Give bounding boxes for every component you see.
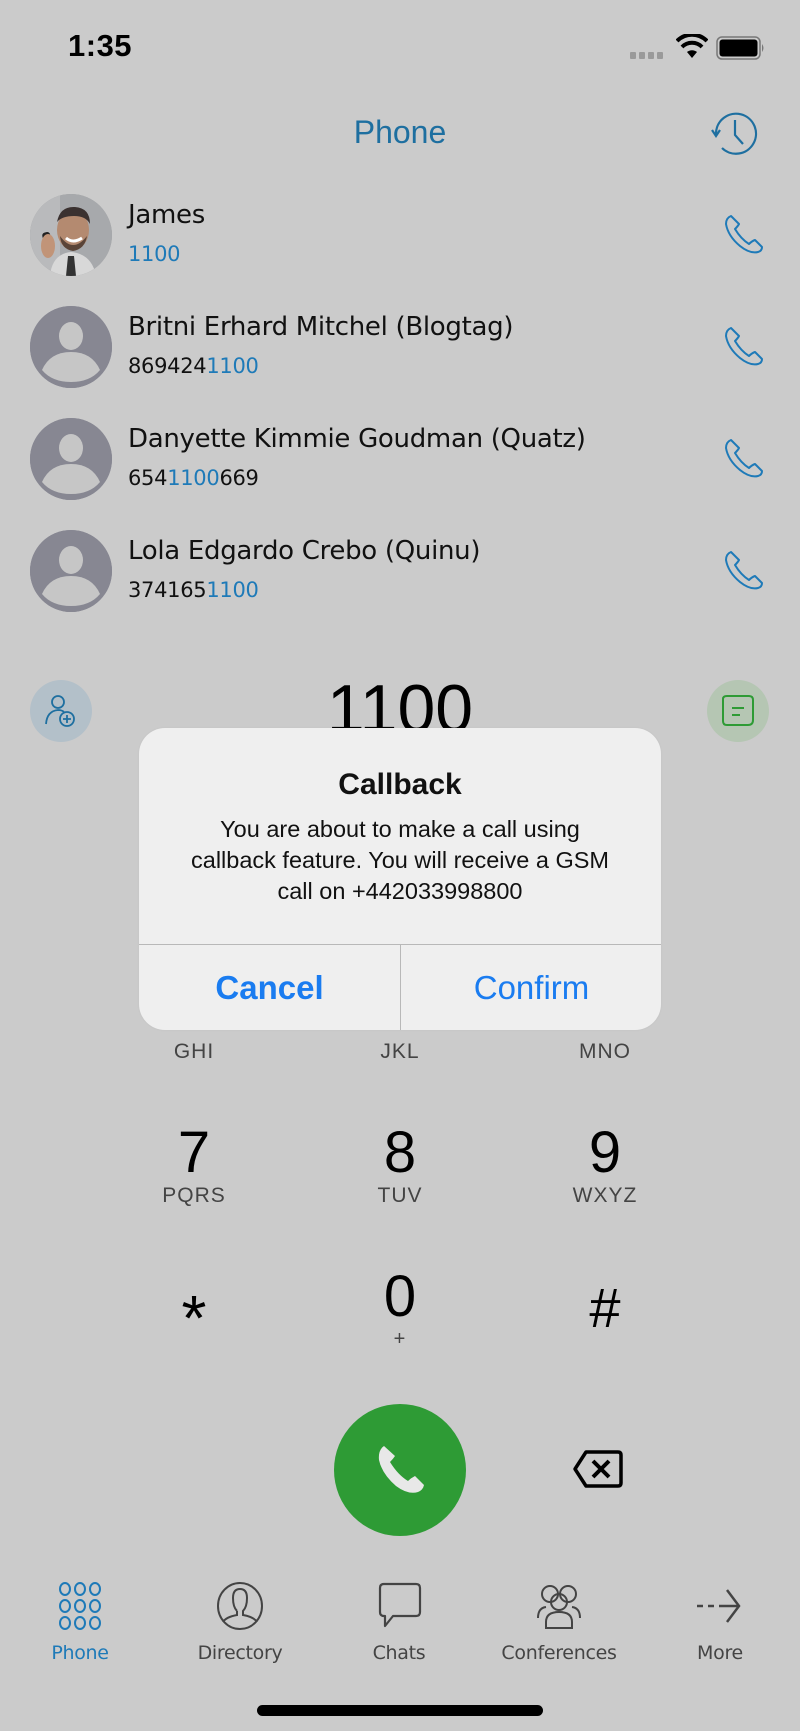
key-digit: 9 bbox=[588, 1120, 622, 1185]
key-star[interactable]: * bbox=[94, 1286, 294, 1350]
message-button[interactable] bbox=[707, 680, 769, 742]
more-arrow-icon bbox=[640, 1578, 800, 1634]
key-letters: + bbox=[393, 1328, 407, 1350]
contact-row[interactable]: Lola Edgardo Crebo (Quinu) 3741651100 bbox=[0, 518, 800, 630]
tab-directory[interactable]: Directory bbox=[160, 1578, 320, 1664]
battery-icon bbox=[716, 36, 764, 60]
key-letters: GHI bbox=[173, 1040, 215, 1063]
phone-icon[interactable] bbox=[722, 548, 766, 592]
key-8[interactable]: 8 TUV bbox=[300, 1124, 500, 1208]
key-5-letters[interactable]: JKL bbox=[300, 1040, 500, 1064]
tab-label: Directory bbox=[197, 1642, 283, 1664]
number-match-highlight: 1100 bbox=[206, 354, 259, 378]
contact-name: James bbox=[128, 200, 205, 230]
call-button[interactable] bbox=[334, 1404, 466, 1536]
chat-icon bbox=[319, 1578, 479, 1634]
key-digit: 7 bbox=[177, 1120, 211, 1185]
key-letters: JKL bbox=[380, 1040, 420, 1063]
message-icon bbox=[722, 695, 754, 726]
phone-icon bbox=[378, 1446, 424, 1493]
number-part: 654 bbox=[128, 466, 168, 490]
number-part: 374165 bbox=[128, 578, 207, 602]
key-7[interactable]: 7 PQRS bbox=[94, 1124, 294, 1208]
contact-number: 8694241100 bbox=[128, 354, 259, 378]
contact-row[interactable]: James 1100 bbox=[0, 182, 800, 294]
home-indicator[interactable] bbox=[257, 1705, 543, 1716]
avatar-placeholder-icon bbox=[30, 306, 112, 388]
contact-number: 6541100669 bbox=[128, 466, 259, 490]
key-hash[interactable]: # bbox=[505, 1280, 705, 1336]
key-letters: TUV bbox=[377, 1184, 423, 1207]
keypad-icon bbox=[0, 1578, 160, 1634]
contact-row[interactable]: Danyette Kimmie Goudman (Quatz) 654110066… bbox=[0, 406, 800, 518]
tab-more[interactable]: More bbox=[640, 1578, 800, 1664]
callback-dialog: Callback You are about to make a call us… bbox=[139, 728, 661, 1030]
key-letters: MNO bbox=[579, 1040, 631, 1063]
key-4-letters[interactable]: GHI bbox=[94, 1040, 294, 1064]
avatar-photo bbox=[30, 194, 112, 276]
key-digit: 0 bbox=[383, 1264, 417, 1329]
key-letters: PQRS bbox=[162, 1184, 226, 1207]
key-digit: 8 bbox=[383, 1120, 417, 1185]
contact-number: 1100 bbox=[128, 242, 181, 266]
number-part: 869424 bbox=[128, 354, 207, 378]
conferences-icon bbox=[479, 1578, 639, 1634]
dialog-message: You are about to make a call using callb… bbox=[191, 816, 609, 904]
number-match-highlight: 1100 bbox=[167, 466, 220, 490]
tab-label: Phone bbox=[51, 1642, 109, 1664]
number-match-highlight: 1100 bbox=[128, 242, 181, 266]
tab-label: Conferences bbox=[501, 1642, 617, 1664]
key-9[interactable]: 9 WXYZ bbox=[505, 1124, 705, 1208]
directory-icon bbox=[160, 1578, 320, 1634]
number-part: 669 bbox=[219, 466, 259, 490]
number-match-highlight: 1100 bbox=[206, 578, 259, 602]
dialog-title: Callback bbox=[338, 768, 462, 801]
tab-chats[interactable]: Chats bbox=[319, 1578, 479, 1664]
contact-number: 3741651100 bbox=[128, 578, 259, 602]
cancel-button[interactable]: Cancel bbox=[139, 945, 400, 1030]
avatar-placeholder-icon bbox=[30, 418, 112, 500]
history-icon[interactable] bbox=[710, 110, 758, 158]
contact-row[interactable]: Britni Erhard Mitchel (Blogtag) 869424110… bbox=[0, 294, 800, 406]
contact-name: Britni Erhard Mitchel (Blogtag) bbox=[128, 312, 514, 342]
contact-name: Danyette Kimmie Goudman (Quatz) bbox=[128, 424, 586, 454]
status-time: 1:35 bbox=[68, 28, 133, 63]
phone-icon[interactable] bbox=[722, 212, 766, 256]
phone-icon[interactable] bbox=[722, 436, 766, 480]
key-letters: WXYZ bbox=[572, 1184, 638, 1207]
key-6-letters[interactable]: MNO bbox=[505, 1040, 705, 1064]
cellular-signal-icon bbox=[630, 52, 663, 59]
wifi-icon bbox=[676, 34, 708, 58]
phone-icon[interactable] bbox=[722, 324, 766, 368]
tab-label: Chats bbox=[372, 1642, 426, 1664]
confirm-button[interactable]: Confirm bbox=[401, 945, 661, 1030]
tab-conferences[interactable]: Conferences bbox=[479, 1578, 639, 1664]
key-digit: * bbox=[181, 1282, 207, 1354]
tab-phone[interactable]: Phone bbox=[0, 1578, 160, 1664]
tab-label: More bbox=[697, 1642, 743, 1664]
contact-name: Lola Edgardo Crebo (Quinu) bbox=[128, 536, 481, 566]
key-digit: # bbox=[589, 1276, 621, 1339]
avatar-placeholder-icon bbox=[30, 530, 112, 612]
key-0[interactable]: 0 + bbox=[300, 1268, 500, 1351]
backspace-icon[interactable] bbox=[572, 1448, 624, 1490]
page-title: Phone bbox=[353, 114, 447, 150]
